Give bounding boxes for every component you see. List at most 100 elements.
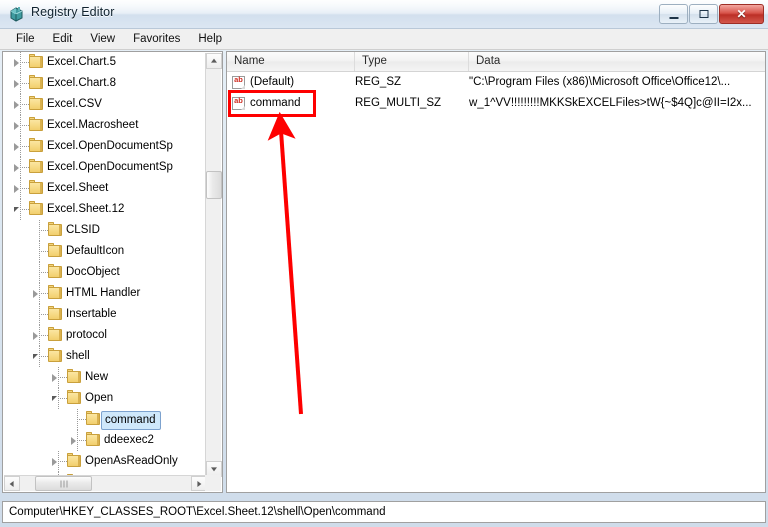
tree-node-label: New (85, 371, 109, 383)
menu-item-favorites[interactable]: Favorites (125, 31, 188, 47)
folder-icon (29, 75, 43, 89)
list-body[interactable]: ab (Default) REG_SZ "C:\Program Files (x86)… (227, 72, 765, 492)
folder-icon (48, 222, 62, 236)
value-data-cell: w_1^VV!!!!!!!!!MKKSkEXCELFiles>tW{~$4Q]c… (469, 97, 752, 109)
grip-icon (60, 480, 67, 487)
tree-connector-stub (39, 230, 48, 231)
tree-expand-icon[interactable] (52, 458, 57, 466)
registry-tree[interactable]: Excel.Chart.5 Excel.Chart.8 Excel.CSV Excel… (3, 52, 206, 477)
folder-icon (29, 96, 43, 110)
folder-icon (29, 201, 43, 215)
tree-collapse-icon[interactable] (33, 354, 38, 359)
tree-collapse-icon[interactable] (14, 207, 19, 212)
folder-icon (29, 138, 43, 152)
tree-connector-stub (39, 314, 48, 315)
tree-node-insertable[interactable]: Insertable (3, 304, 206, 325)
value-data-cell: "C:\Program Files (x86)\Microsoft Office… (469, 76, 731, 88)
menu-item-view[interactable]: View (82, 31, 123, 47)
string-value-icon: ab (232, 96, 245, 110)
tree-expand-icon[interactable] (33, 332, 38, 340)
tree-node-command[interactable]: command (3, 409, 206, 430)
registry-editor-window: Registry Editor ✕ File Edit View Favorit… (0, 0, 768, 527)
folder-icon (48, 306, 62, 320)
tree-hscroll-thumb[interactable] (35, 476, 92, 491)
tree-connector-stub (39, 293, 48, 294)
tree-connector-stub (20, 83, 29, 84)
folder-icon (48, 327, 62, 341)
menu-item-edit[interactable]: Edit (45, 31, 81, 47)
tree-vertical-scrollbar[interactable] (205, 53, 222, 477)
tree-connector-stub (20, 167, 29, 168)
folder-icon (67, 369, 81, 383)
minimize-button[interactable] (659, 3, 688, 24)
tree-node-excel-sheet-12[interactable]: Excel.Sheet.12 (3, 199, 206, 220)
tree-connector-stub (58, 461, 67, 462)
folder-icon (48, 348, 62, 362)
value-row[interactable]: ab command REG_MULTI_SZ w_1^VV!!!!!!!!!MKKS… (227, 93, 765, 114)
folder-icon (86, 411, 100, 425)
column-header-data[interactable]: Data (469, 52, 765, 71)
tree-node-label: Excel.Macrosheet (47, 119, 139, 131)
folder-icon (29, 180, 43, 194)
tree-expand-icon[interactable] (33, 290, 38, 298)
maximize-button[interactable] (689, 3, 718, 24)
title-bar-sheen (0, 0, 768, 14)
tree-node-label: OpenAsReadOnly (85, 455, 178, 467)
tree-expand-icon[interactable] (14, 185, 19, 193)
column-header-name[interactable]: Name (227, 52, 355, 71)
tree-expand-icon[interactable] (14, 122, 19, 130)
folder-icon (29, 159, 43, 173)
tree-scroll-left-button[interactable] (4, 476, 20, 491)
chevron-left-icon (9, 480, 14, 487)
column-header-type[interactable]: Type (355, 52, 469, 71)
tree-node-defaulticon[interactable]: DefaultIcon (3, 241, 206, 262)
folder-icon (29, 117, 43, 131)
tree-node-excel-chart-5[interactable]: Excel.Chart.5 (3, 52, 206, 73)
folder-icon (67, 453, 81, 467)
tree-connector-stub (77, 419, 86, 420)
tree-node-excel-opendocumentsp[interactable]: Excel.OpenDocumentSp (3, 136, 206, 157)
tree-expand-icon[interactable] (71, 437, 76, 445)
tree-node-html-handler[interactable]: HTML Handler (3, 283, 206, 304)
menu-item-help[interactable]: Help (190, 31, 230, 47)
tree-node-label: Excel.Sheet.12 (47, 203, 125, 215)
menu-item-file[interactable]: File (8, 31, 43, 47)
tree-collapse-icon[interactable] (52, 396, 57, 401)
tree-scroll-up-button[interactable] (206, 53, 222, 69)
tree-node-excel-chart-8[interactable]: Excel.Chart.8 (3, 73, 206, 94)
tree-node-open[interactable]: Open (3, 388, 206, 409)
close-icon: ✕ (736, 6, 747, 21)
tree-node-excel-csv[interactable]: Excel.CSV (3, 94, 206, 115)
tree-expand-icon[interactable] (14, 101, 19, 109)
value-type-cell: REG_SZ (355, 76, 402, 88)
tree-node-new[interactable]: New (3, 367, 206, 388)
tree-node-label: ddeexec2 (104, 434, 154, 446)
tree-scrollbar-corner (205, 475, 221, 491)
tree-expand-icon[interactable] (14, 143, 19, 151)
tree-node-ddeexec2[interactable]: ddeexec2 (3, 430, 206, 451)
tree-connector-stub (20, 146, 29, 147)
tree-horizontal-scrollbar[interactable] (4, 475, 207, 491)
tree-node-excel-sheet[interactable]: Excel.Sheet (3, 178, 206, 199)
tree-connector-stub (20, 209, 29, 210)
tree-node-docobject[interactable]: DocObject (3, 262, 206, 283)
tree-node-clsid[interactable]: CLSID (3, 220, 206, 241)
tree-node-label: Excel.OpenDocumentSp (47, 161, 173, 173)
close-button[interactable]: ✕ (719, 3, 764, 24)
tree-node-excel-macrosheet[interactable]: Excel.Macrosheet (3, 115, 206, 136)
tree-node-label: Excel.Chart.5 (47, 56, 117, 68)
tree-node-openasreadonly[interactable]: OpenAsReadOnly (3, 451, 206, 472)
value-row[interactable]: ab (Default) REG_SZ "C:\Program Files (x86)… (227, 72, 765, 93)
tree-node-label: CLSID (66, 224, 100, 236)
tree-expand-icon[interactable] (52, 374, 57, 382)
tree-expand-icon[interactable] (14, 164, 19, 172)
tree-expand-icon[interactable] (14, 80, 19, 88)
tree-node-label: DefaultIcon (66, 245, 125, 257)
tree-node-protocol[interactable]: protocol (3, 325, 206, 346)
tree-node-excel-opendocumentsp[interactable]: Excel.OpenDocumentSp (3, 157, 206, 178)
status-bar: Computer\HKEY_CLASSES_ROOT\Excel.Sheet.1… (2, 501, 766, 523)
tree-node-label: command (101, 411, 161, 430)
tree-scroll-thumb[interactable] (206, 171, 222, 199)
tree-expand-icon[interactable] (14, 59, 19, 67)
tree-node-shell[interactable]: shell (3, 346, 206, 367)
